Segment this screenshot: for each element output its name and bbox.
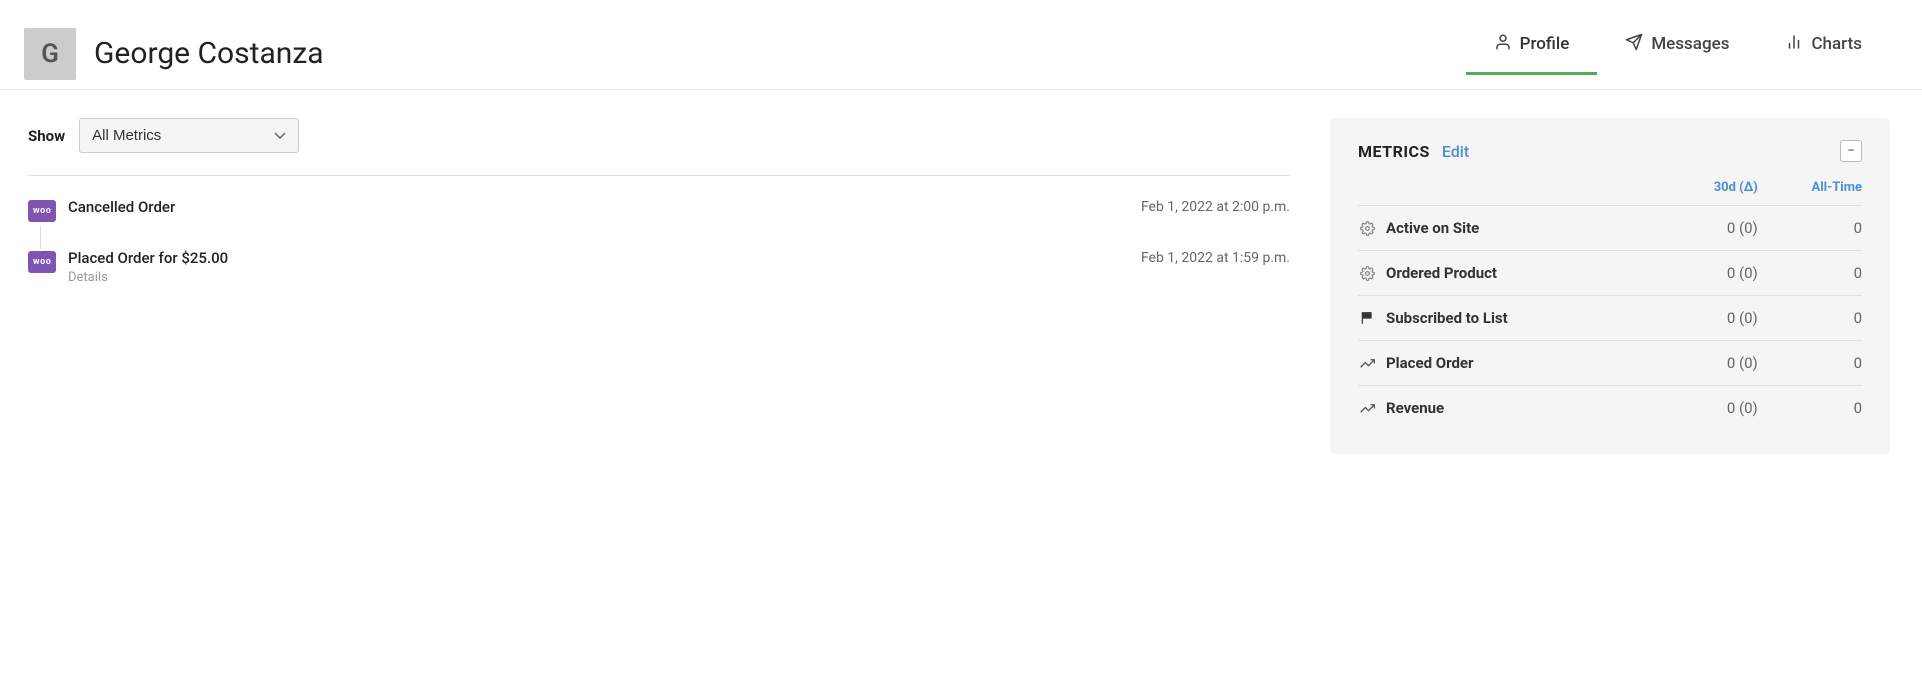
table-row: Ordered Product 0 (0) 0 — [1358, 251, 1862, 296]
table-row: Placed Order 0 (0) 0 — [1358, 341, 1862, 386]
activity-section: Show All Metrics WooCommerce Email woo C… — [28, 118, 1330, 309]
activity-time-1: Feb 1, 2022 at 2:00 p.m. — [1141, 199, 1290, 215]
list-item: woo Cancelled Order Feb 1, 2022 at 2:00 … — [28, 198, 1290, 249]
avatar: G — [24, 28, 76, 80]
nav-profile-label: Profile — [1520, 34, 1570, 54]
activity-title-2: Placed Order for $25.00 Feb 1, 2022 at 1… — [68, 249, 1290, 267]
metric-label-active: Active on Site — [1358, 206, 1667, 250]
woo-icon-1: woo — [28, 199, 54, 225]
activity-content-2: Placed Order for $25.00 Feb 1, 2022 at 1… — [68, 249, 1290, 285]
metrics-edit-button[interactable]: Edit — [1442, 142, 1469, 161]
metrics-panel: METRICS Edit − 30d (Δ) All-Time — [1330, 118, 1890, 454]
metrics-table: 30d (Δ) All-Time Active on Site 0 (0) 0 — [1358, 180, 1862, 430]
woo-icon-2: woo — [28, 250, 54, 276]
activity-title-1: Cancelled Order Feb 1, 2022 at 2:00 p.m. — [68, 198, 1290, 216]
col-label-header — [1358, 180, 1667, 206]
show-select[interactable]: All Metrics WooCommerce Email — [79, 118, 299, 153]
metrics-collapse-button[interactable]: − — [1840, 140, 1862, 162]
metrics-title: METRICS — [1358, 142, 1430, 161]
nav-charts-label: Charts — [1811, 34, 1862, 54]
activity-content-1: Cancelled Order Feb 1, 2022 at 2:00 p.m. — [68, 198, 1290, 216]
user-name: George Costanza — [94, 36, 324, 71]
nav-messages-label: Messages — [1651, 34, 1729, 54]
header-left: G George Costanza — [24, 28, 324, 80]
main: Show All Metrics WooCommerce Email woo C… — [0, 90, 1922, 482]
metric-label-revenue: Revenue — [1358, 386, 1667, 430]
metric-alltime-active: 0 — [1758, 206, 1862, 251]
header-nav: Profile Messages Charts — [1466, 33, 1890, 75]
nav-item-profile[interactable]: Profile — [1466, 33, 1598, 75]
metric-30d-revenue: 0 (0) — [1667, 386, 1758, 431]
gear-icon — [1358, 221, 1376, 236]
show-label: Show — [28, 127, 65, 145]
metrics-title-row: METRICS Edit — [1358, 142, 1469, 161]
metric-label-subscribed: Subscribed to List — [1358, 296, 1667, 340]
activity-list: woo Cancelled Order Feb 1, 2022 at 2:00 … — [28, 198, 1290, 309]
divider — [28, 175, 1290, 176]
activity-details-link[interactable]: Details — [68, 270, 1290, 285]
chart-icon — [1358, 356, 1376, 371]
list-item: woo Placed Order for $25.00 Feb 1, 2022 … — [28, 249, 1290, 309]
metric-label-placed: Placed Order — [1358, 341, 1667, 385]
table-row: Revenue 0 (0) 0 — [1358, 386, 1862, 431]
metric-30d-subscribed: 0 (0) — [1667, 296, 1758, 341]
metric-30d-active: 0 (0) — [1667, 206, 1758, 251]
metric-alltime-ordered: 0 — [1758, 251, 1862, 296]
metric-label-ordered: Ordered Product — [1358, 251, 1667, 295]
col-30d-header: 30d (Δ) — [1667, 180, 1758, 206]
paper-plane-icon — [1625, 33, 1643, 56]
bar-chart-icon — [1785, 33, 1803, 56]
metric-alltime-subscribed: 0 — [1758, 296, 1862, 341]
gear-icon — [1358, 266, 1376, 281]
metrics-header: METRICS Edit − — [1358, 140, 1862, 162]
show-row: Show All Metrics WooCommerce Email — [28, 118, 1290, 153]
nav-item-messages[interactable]: Messages — [1597, 33, 1757, 75]
metric-30d-placed: 0 (0) — [1667, 341, 1758, 386]
table-row: Subscribed to List 0 (0) 0 — [1358, 296, 1862, 341]
nav-item-charts[interactable]: Charts — [1757, 33, 1890, 75]
header: G George Costanza Profile Messages — [0, 0, 1922, 90]
metric-30d-ordered: 0 (0) — [1667, 251, 1758, 296]
person-icon — [1494, 33, 1512, 56]
metric-alltime-revenue: 0 — [1758, 386, 1862, 431]
col-alltime-header: All-Time — [1758, 180, 1862, 206]
metric-alltime-placed: 0 — [1758, 341, 1862, 386]
chart-icon — [1358, 401, 1376, 416]
activity-time-2: Feb 1, 2022 at 1:59 p.m. — [1141, 250, 1290, 266]
flag-icon — [1358, 311, 1376, 325]
table-row: Active on Site 0 (0) 0 — [1358, 206, 1862, 251]
